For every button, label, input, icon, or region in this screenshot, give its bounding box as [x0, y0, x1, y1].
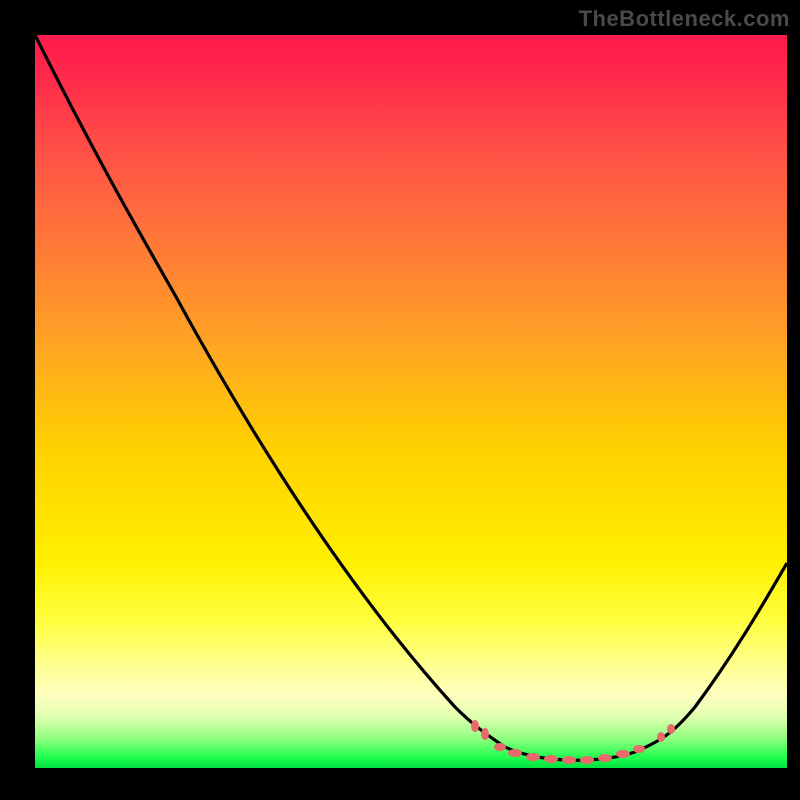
gradient-background: [35, 35, 787, 768]
plot-area: [35, 35, 787, 768]
watermark-text: TheBottleneck.com: [579, 6, 790, 32]
chart-container: TheBottleneck.com: [0, 0, 800, 800]
